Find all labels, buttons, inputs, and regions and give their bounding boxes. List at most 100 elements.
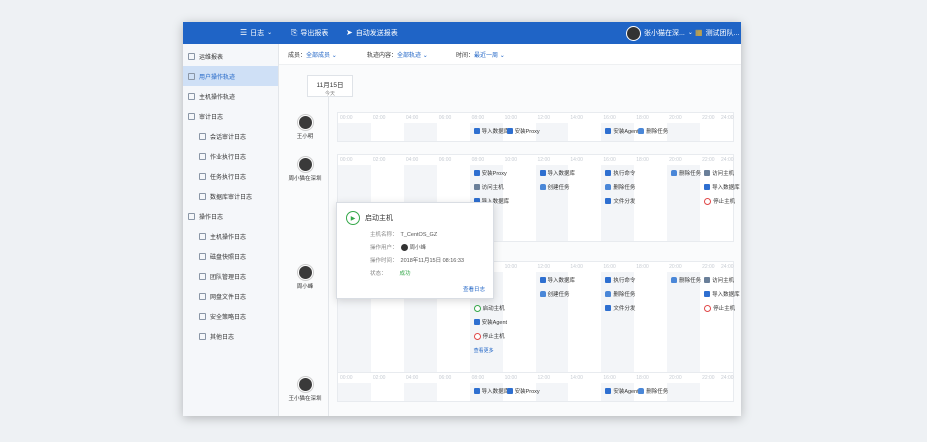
timeline-event[interactable]: 访问主机 [704,276,734,284]
timeline-row: 00:00 02:00 04:00 06:00 08:00 10:00 12:00 14:00… [337,112,734,142]
view-more-link[interactable]: 查看更多 [474,347,494,354]
team-menu[interactable]: ▦ 测试团队... [695,22,739,44]
avatar [297,115,313,130]
view-log-link[interactable]: 查看日志 [463,285,485,293]
sidebar-item[interactable]: 主机操作轨迹 [183,86,278,106]
timeline-event[interactable]: 访问主机 [704,169,734,177]
sidebar-item[interactable]: 用户操作轨迹 [183,66,278,86]
timeline-event[interactable]: 导入数据库 [539,169,576,177]
user-name: 周小峰 [296,284,314,290]
sidebar-item[interactable]: 审计日志 [183,106,278,126]
timeline-event[interactable]: 安装Agent [605,387,639,395]
event-label: 安装Proxy [514,129,540,135]
log-menu[interactable]: ☰ 日志 ⌄ [240,22,272,44]
hour-label: 16:00 [603,115,616,121]
event-label: 导入数据库 [547,171,576,177]
timeline-event[interactable]: 安装Proxy [506,387,540,395]
timeline-event[interactable]: 删除任务 [638,387,668,395]
host-icon [704,277,711,283]
timeline-event[interactable]: 停止主机 [473,332,505,340]
popup-time-row: 操作时间： 2018年11月15日 08:16:33 [370,256,464,264]
timeline-event[interactable]: 导入数据库 [704,290,740,298]
export-report-button[interactable]: ⎘ 导出报表 [291,22,328,44]
status-value: 成功 [399,271,411,277]
sidebar-item[interactable]: 运维报表 [183,46,278,66]
hour-label: 10:00 [504,115,518,121]
date-day: 11月15日 [316,82,344,89]
event-label: 访问主机 [481,185,504,191]
user-menu[interactable]: 张小猫在深... ⌄ [626,22,693,44]
sidebar-item-icon [199,172,206,180]
sidebar-item[interactable]: 其他日志 [183,326,278,346]
timeline-event[interactable]: 导入数据库 [539,276,575,284]
sidebar-item[interactable]: 数据库审计日志 [183,186,278,206]
sidebar-item[interactable]: 任务执行日志 [183,166,278,186]
timeline-event[interactable]: 执行命令 [605,169,635,177]
sidebar-item-label: 运维报表 [199,54,224,61]
event-label: 导入数据库 [481,389,510,395]
timeline-event[interactable]: 文件分发 [605,304,635,312]
export-icon: ⎘ [291,28,298,37]
stop-icon [473,332,481,340]
sidebar-item[interactable]: 操作日志 [183,206,278,226]
sidebar-item-icon [199,312,206,320]
timeline-event[interactable]: 删除任务 [638,127,668,135]
sidebar-item[interactable]: 磁盘快照日志 [183,246,278,266]
import-icon [539,170,546,176]
popup-title-text: 启动主机 [365,215,393,222]
timeline-event[interactable]: 安装Proxy [506,127,540,135]
log-title: 日志 [250,30,265,37]
timeline-event[interactable]: 导入数据库 [473,127,510,135]
member-filter-value: 全部成员 [306,53,331,59]
content-filter[interactable]: 轨迹内容：全部轨迹 ⌄ [367,50,428,59]
timeline-row: 00:00 02:00 04:00 06:00 08:00 10:00 12:00 14:00… [337,372,734,402]
timeline-event[interactable]: 导入数据库 [473,387,510,395]
database-icon [539,291,546,297]
timeline-event[interactable]: 文件分发 [605,197,635,205]
hour-label: 02:00 [372,375,386,381]
timeline-event[interactable]: 删除任务 [671,276,701,284]
auto-send-button[interactable]: ➤ 自动发送报表 [346,22,398,44]
timeline-event[interactable]: 启动主机 [473,304,505,312]
event-label: 访问主机 [712,171,735,177]
sidebar-item-label: 数据库审计日志 [210,194,253,201]
event-label: 导入数据库 [481,129,510,135]
sidebar-item[interactable]: 作业执行日志 [183,146,278,166]
sidebar-item-label: 主机操作轨迹 [199,94,236,101]
time-filter[interactable]: 时间：最近一周 ⌄ [456,50,505,59]
sidebar-item[interactable]: 会话审计日志 [183,126,278,146]
menu-icon: ☰ [240,28,248,37]
event-label: 安装Proxy [514,389,540,395]
event-label: 删除任务 [646,129,669,135]
timeline-event[interactable]: 停止主机 [704,197,735,205]
content-filter-value: 全部轨迹 [397,53,422,59]
sidebar-item-label: 操作日志 [199,214,224,221]
time-column-stripe [403,383,437,401]
timeline-event[interactable]: 创建任务 [539,183,570,191]
timeline-event[interactable]: 访问主机 [473,183,504,191]
time-column-stripe [667,272,701,380]
member-filter[interactable]: 成员：全部成员 ⌄ [288,50,337,59]
timeline-event[interactable]: 删除任务 [671,169,701,177]
sidebar-item[interactable]: 主机操作日志 [183,226,278,246]
timeline-event[interactable]: 安装Agent [473,318,507,326]
timeline-event[interactable]: 安装Agent [605,127,639,135]
timeline-event[interactable]: 创建任务 [539,290,570,298]
sidebar-item[interactable]: 网盘文件日志 [183,286,278,306]
event-label: 安装Agent [613,129,639,135]
sidebar-item[interactable]: 安全策略日志 [183,306,278,326]
time-column-stripe [338,383,371,401]
hour-label: 20:00 [669,157,682,163]
hour-label: 04:00 [405,375,419,381]
event-label: 启动主机 [482,306,505,312]
import-icon [704,291,711,297]
timeline-event[interactable]: 安装Proxy [473,169,507,177]
timeline-event[interactable]: 删除任务 [605,183,635,191]
hour-label: 02:00 [372,157,386,163]
sidebar-item[interactable]: 团队管理日志 [183,266,278,286]
timeline-event[interactable]: 删除任务 [605,290,635,298]
hour-label: 18:00 [636,375,649,381]
timeline-event[interactable]: 停止主机 [704,304,735,312]
timeline-event[interactable]: 导入数据库 [704,183,740,191]
timeline-event[interactable]: 执行命令 [605,276,635,284]
